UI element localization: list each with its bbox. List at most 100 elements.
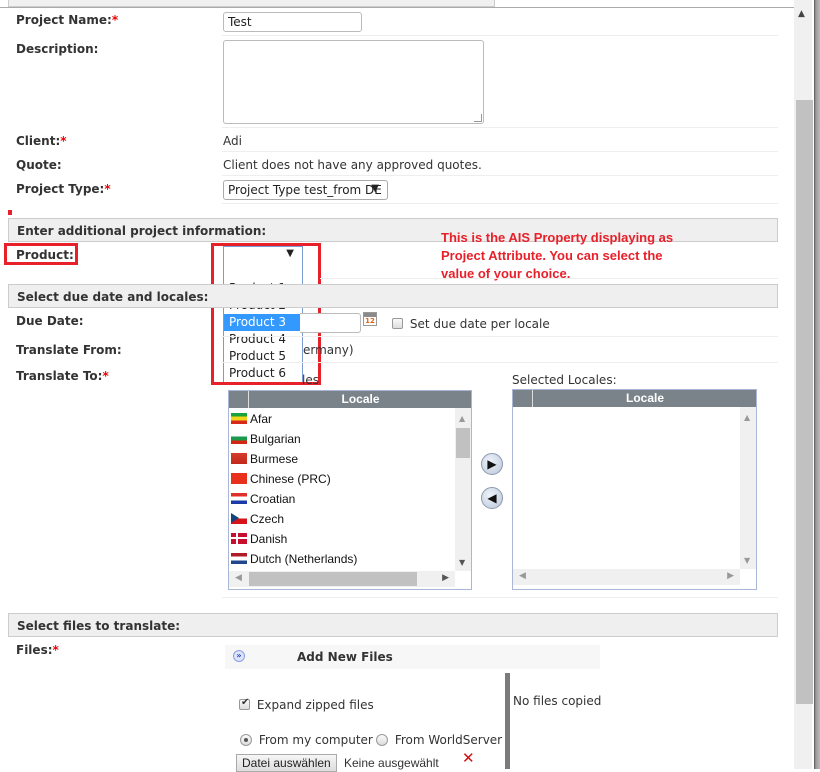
flag-icon-china bbox=[231, 473, 247, 484]
expand-chevrons-icon[interactable]: » bbox=[233, 650, 245, 662]
locale-row[interactable]: Czech bbox=[231, 509, 284, 529]
section-header-files: Select files to translate: bbox=[8, 613, 778, 637]
locale-name: Czech bbox=[250, 512, 285, 526]
project-type-select[interactable]: Project Type test_from DE ▼ bbox=[223, 180, 388, 200]
scroll-up-icon[interactable]: ▲ bbox=[798, 9, 805, 19]
frame-top-panel bbox=[8, 0, 495, 7]
scroll-right-icon[interactable]: ▶ bbox=[442, 573, 449, 583]
required-marker: * bbox=[111, 13, 119, 27]
row-divider bbox=[222, 336, 778, 337]
locale-name: Afar bbox=[250, 412, 273, 426]
add-locale-button[interactable]: ▶ bbox=[481, 453, 503, 475]
remove-locale-button[interactable]: ◀ bbox=[481, 487, 503, 509]
flag-icon-burma bbox=[231, 453, 247, 464]
scroll-down-icon[interactable]: ▼ bbox=[459, 558, 465, 567]
locale-row[interactable]: Bulgarian bbox=[231, 429, 301, 449]
arrow-right-icon: ▶ bbox=[487, 457, 497, 471]
chevron-down-icon: ▼ bbox=[371, 183, 379, 194]
row-divider bbox=[222, 597, 778, 598]
add-new-files-panel[interactable]: » Add New Files bbox=[225, 645, 600, 669]
expand-zipped-label: Expand zipped files bbox=[256, 698, 374, 712]
client-value: Adi bbox=[223, 134, 242, 148]
radio-label: From WorldServer bbox=[394, 733, 503, 747]
project-type-label-text: Project Type: bbox=[16, 182, 105, 196]
radio-from-computer[interactable] bbox=[240, 734, 252, 746]
expand-zipped-option[interactable]: ✔ Expand zipped files bbox=[239, 697, 374, 712]
flag-icon-netherlands bbox=[231, 553, 247, 564]
project-name-label-text: Project Name: bbox=[16, 13, 112, 27]
no-file-chosen-text: Keine ausgewählt bbox=[344, 756, 439, 770]
available-locales-label: les bbox=[302, 373, 319, 387]
annotation-line: Project Attribute. You can select the bbox=[441, 248, 663, 263]
locale-row[interactable]: Burmese bbox=[231, 449, 298, 469]
grid-header: Locale bbox=[229, 391, 471, 408]
grid-header-corner bbox=[229, 391, 249, 408]
available-locales-vscrollbar[interactable]: ▲ ▼ bbox=[455, 408, 471, 571]
due-date-per-locale-option[interactable]: Set due date per locale bbox=[392, 317, 550, 331]
selected-locales-grid: Locale ▲ ▼ ◀ ▶ bbox=[512, 389, 757, 590]
project-type-value: Project Type test_from DE bbox=[228, 183, 382, 197]
radio-from-worldserver[interactable] bbox=[376, 734, 388, 746]
scroll-down-icon[interactable]: ▼ bbox=[744, 556, 750, 565]
resize-handle-icon[interactable] bbox=[474, 114, 482, 122]
scrollbar-thumb[interactable] bbox=[456, 428, 470, 458]
quote-value: Client does not have any approved quotes… bbox=[223, 158, 482, 172]
translate-from-value: ermany) bbox=[303, 343, 354, 357]
due-date-label: Due Date: bbox=[16, 314, 84, 328]
row-divider bbox=[222, 127, 778, 128]
remove-file-icon[interactable]: ✕ bbox=[462, 749, 475, 767]
source-option-computer[interactable]: From my computer bbox=[240, 733, 373, 747]
row-divider bbox=[320, 278, 778, 279]
due-date-per-locale-checkbox[interactable] bbox=[392, 318, 403, 329]
annotation-line: This is the AIS Property displaying as bbox=[441, 230, 674, 245]
flag-icon-czech bbox=[231, 513, 247, 524]
page-scrollbar-thumb[interactable] bbox=[796, 100, 813, 704]
scroll-up-icon[interactable]: ▲ bbox=[459, 414, 465, 423]
flag-icon-bulgaria bbox=[231, 433, 247, 444]
required-marker: * bbox=[60, 134, 67, 148]
calendar-icon[interactable]: 12 bbox=[363, 312, 377, 326]
flag-icon-denmark bbox=[231, 533, 247, 544]
required-marker: * bbox=[104, 182, 111, 196]
locale-row[interactable]: Danish bbox=[231, 529, 287, 549]
locale-name: Chinese (PRC) bbox=[250, 472, 331, 486]
translate-to-label-text: Translate To: bbox=[16, 369, 103, 383]
project-name-label: Project Name:* bbox=[16, 13, 118, 27]
due-date-input[interactable] bbox=[300, 313, 361, 333]
locale-row[interactable]: Dutch (Netherlands) bbox=[231, 549, 357, 569]
column-header-locale[interactable]: Locale bbox=[534, 390, 756, 407]
no-files-copied-text: No files copied bbox=[513, 694, 602, 708]
selected-locales-hscrollbar[interactable]: ◀ ▶ bbox=[513, 569, 740, 585]
selected-locales-label: Selected Locales: bbox=[512, 373, 617, 387]
expand-zipped-checkbox[interactable]: ✔ bbox=[239, 697, 250, 710]
description-textarea[interactable] bbox=[223, 40, 484, 124]
hscrollbar-thumb[interactable] bbox=[249, 572, 417, 586]
flag-icon-croatia bbox=[231, 493, 247, 504]
available-locales-grid: Locale Afar Bulgarian Burmese Chinese (PRC)… bbox=[228, 390, 472, 590]
locale-name: Dutch (Netherlands) bbox=[250, 552, 358, 566]
translate-to-label: Translate To:* bbox=[16, 369, 109, 383]
scroll-left-icon[interactable]: ◀ bbox=[519, 571, 526, 581]
locale-row[interactable]: Afar bbox=[231, 409, 272, 429]
source-option-worldserver[interactable]: From WorldServer bbox=[376, 733, 502, 747]
locale-row[interactable]: Croatian bbox=[231, 489, 295, 509]
scroll-up-icon[interactable]: ▲ bbox=[744, 413, 750, 422]
project-name-input[interactable]: Test bbox=[223, 12, 362, 32]
add-new-files-title: Add New Files bbox=[297, 650, 393, 664]
scroll-left-icon[interactable]: ◀ bbox=[235, 573, 242, 583]
project-type-label: Project Type:* bbox=[16, 182, 111, 196]
choose-file-button[interactable]: Datei auswählen bbox=[236, 754, 337, 772]
locale-name: Danish bbox=[250, 532, 288, 546]
translate-from-label: Translate From: bbox=[16, 343, 122, 357]
quote-label: Quote: bbox=[16, 158, 62, 172]
radio-label: From my computer bbox=[258, 733, 373, 747]
scroll-right-icon[interactable]: ▶ bbox=[727, 571, 734, 581]
selected-locales-vscrollbar[interactable]: ▲ ▼ bbox=[740, 407, 756, 569]
available-locales-hscrollbar[interactable]: ◀ ▶ bbox=[229, 571, 455, 587]
locale-row[interactable]: Chinese (PRC) bbox=[231, 469, 331, 489]
due-date-per-locale-label: Set due date per locale bbox=[409, 317, 550, 331]
client-label-text: Client: bbox=[16, 134, 61, 148]
grid-header: Locale bbox=[513, 390, 756, 407]
panel-divider bbox=[505, 673, 510, 769]
column-header-locale[interactable]: Locale bbox=[250, 391, 471, 408]
